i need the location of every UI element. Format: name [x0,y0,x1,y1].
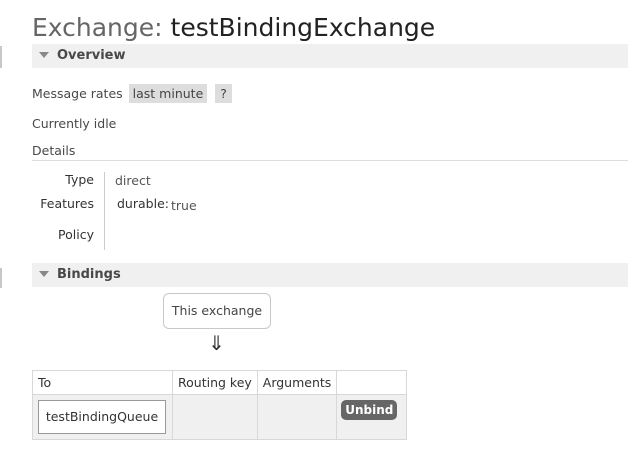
column-header-actions [336,370,408,395]
help-button[interactable]: ? [215,84,232,103]
overview-section-header[interactable]: Overview [32,44,628,68]
left-edge-mark [0,268,2,288]
details-table: Type Features Policy direct durable: tru… [32,168,332,250]
bindings-section-header[interactable]: Bindings [32,263,628,287]
column-header-arguments: Arguments [256,370,338,395]
destination-queue-link[interactable]: testBindingQueue [38,400,166,434]
overview-section-title: Overview [57,48,126,63]
unbind-button[interactable]: Unbind [341,400,398,420]
features-label: Features [40,196,94,211]
left-edge-mark [0,46,2,68]
rate-period-selector[interactable]: last minute [128,84,208,103]
exchange-name: testBindingExchange [170,13,436,42]
action-cell: Unbind [336,394,408,440]
table-header-row: To Routing key Arguments [32,370,408,395]
message-rates-row: Message rates last minute ? [32,84,232,104]
type-value: direct [115,173,151,188]
idle-status: Currently idle [32,116,117,131]
details-heading: Details [32,143,76,158]
column-header-to: To [32,370,173,395]
feature-durable-value: true [171,198,197,213]
collapse-arrow-icon [39,52,49,58]
binding-destination-cell: testBindingQueue [32,394,173,440]
details-divider [104,172,105,250]
page-title-prefix: Exchange: [32,13,163,42]
source-exchange-box: This exchange [163,293,271,329]
bindings-table: To Routing key Arguments testBindingQueu… [32,370,408,440]
policy-label: Policy [58,227,94,242]
bindings-section-title: Bindings [57,267,121,282]
column-header-routing-key: Routing key [172,370,258,395]
table-row: testBindingQueue Unbind [32,394,408,440]
routing-key-cell [172,394,258,440]
down-arrow-icon: ⇓ [208,331,225,355]
page-title: Exchange: testBindingExchange [32,12,435,44]
type-label: Type [65,172,94,187]
divider [32,160,628,161]
feature-durable-label: durable: [117,196,169,211]
message-rates-label: Message rates [32,86,123,101]
collapse-arrow-icon [39,271,49,277]
arguments-cell [256,394,338,440]
